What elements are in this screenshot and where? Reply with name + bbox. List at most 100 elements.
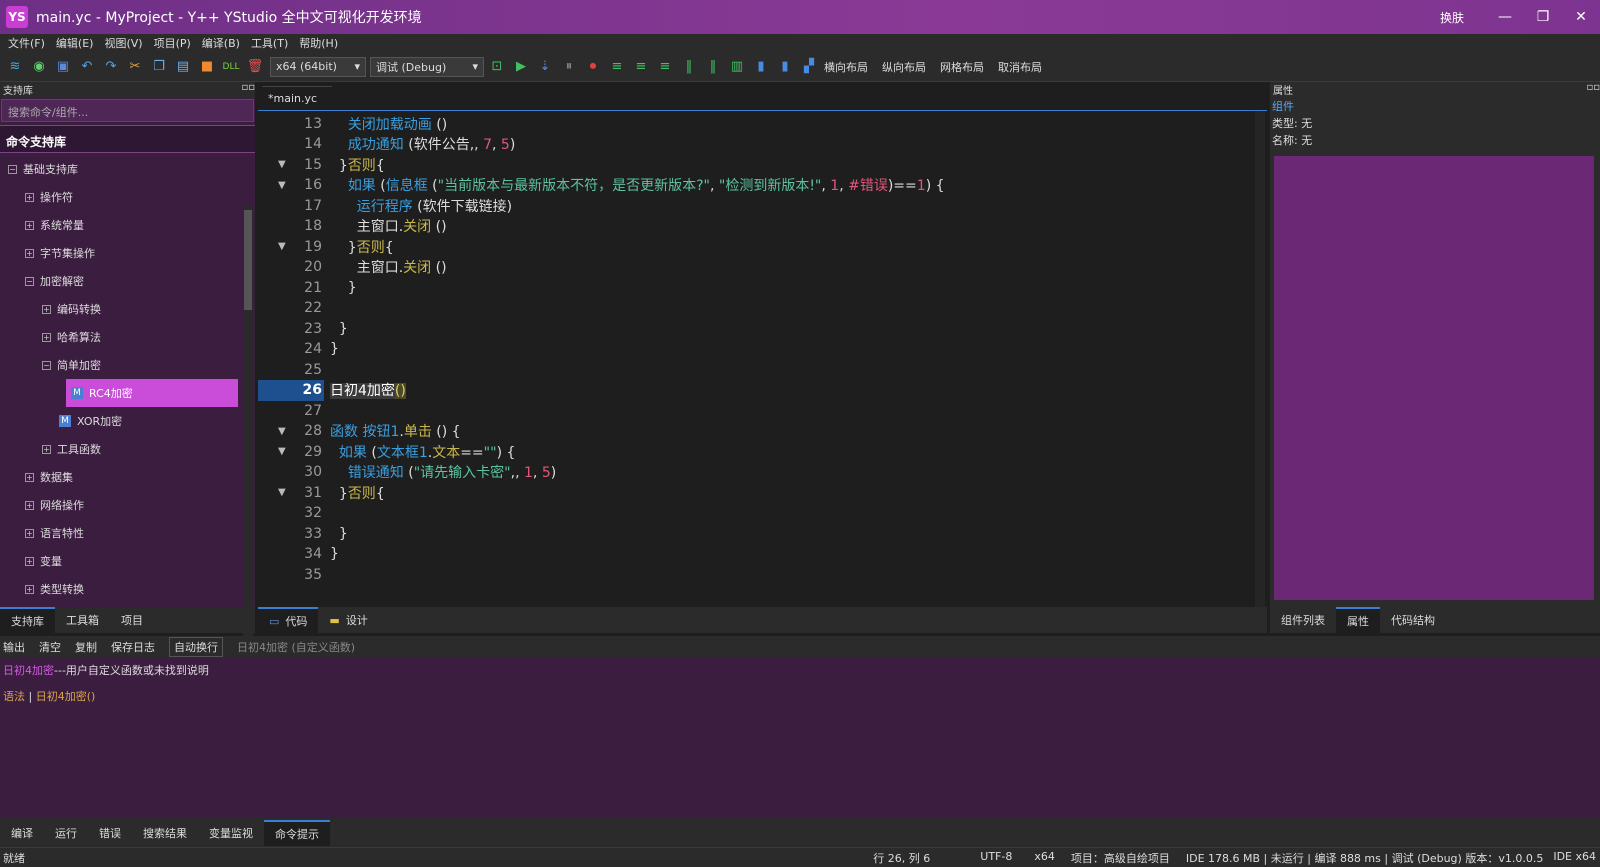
layers-icon[interactable]: ≋ [6,58,24,76]
code-line[interactable]: 18 主窗口.关闭 () [258,216,1238,237]
expand-icon[interactable]: + [25,500,34,510]
code-line[interactable]: 17 运行程序 (软件下载链接) [258,195,1238,216]
tab-properties[interactable]: 属性 [1336,607,1380,633]
code-text[interactable]: 主窗口.关闭 () [330,257,447,277]
code-text[interactable]: }否则{ [330,155,385,175]
code-line[interactable]: 24} [258,339,1238,360]
code-text[interactable]: 函数 按钮1.单击 () { [330,421,461,441]
expand-icon[interactable]: + [42,304,51,314]
skin-button[interactable]: 换肤 [1440,9,1464,26]
align-top-icon[interactable]: ‖ [680,58,698,76]
open-icon[interactable]: ◉ [30,58,48,76]
platform-select[interactable]: x64 (64bit) ▾ [270,56,366,77]
code-text[interactable]: 主窗口.关闭 () [330,216,447,236]
align-right-icon[interactable]: ≡ [656,58,674,76]
method-icon[interactable]: M [71,387,83,399]
word-wrap-toggle[interactable]: 自动换行 [169,637,223,657]
code-text[interactable]: }否则{ [330,483,385,503]
save-icon[interactable]: ▣ [54,58,72,76]
pin-close-icon[interactable]: ▫▫ [241,82,255,98]
tab-design[interactable]: ▬ 设计 [318,607,378,633]
code-text[interactable]: 运行程序 (软件下载链接) [330,196,512,216]
tree-node[interactable]: + 类型转换 [25,580,84,598]
run-icon[interactable]: ▶ [512,58,530,76]
code-line[interactable]: 25 [258,359,1238,380]
layout-grid-button[interactable]: 网格布局 [940,59,984,75]
code-text[interactable]: } [330,341,339,357]
code-text[interactable]: } [330,526,348,542]
tab-search-results[interactable]: 搜索结果 [132,820,198,846]
code-area[interactable]: 13 关闭加载动画 () 14 成功通知 (软件公告,, 7, 5) ▼ 15 }否则… [258,110,1267,608]
code-line[interactable]: 22 [258,298,1238,319]
expand-icon[interactable]: + [25,584,34,594]
tab-library[interactable]: 支持库 [0,607,55,633]
code-line[interactable]: 13 关闭加载动画 () [258,113,1238,134]
tree-node[interactable]: + 工具函数 [42,440,101,458]
code-line[interactable]: ▼ 31 }否则{ [258,482,1238,503]
clear-button[interactable]: 清空 [39,639,61,655]
same-height-icon[interactable]: ▮ [776,58,794,76]
pause-icon[interactable]: ⏸ [560,58,578,76]
menu-build[interactable]: 编译(B) [202,35,240,51]
undo-icon[interactable]: ↶ [78,58,96,76]
tree-scrollbar[interactable] [243,206,253,646]
tree-node[interactable]: + 哈希算法 [42,328,101,346]
code-text[interactable]: }否则{ [330,237,394,257]
code-editor[interactable]: *main.yc 13 关闭加载动画 () 14 成功通知 (软件公告,, 7, … [258,82,1267,608]
code-line[interactable]: 30 错误通知 ("请先输入卡密",, 1, 5) [258,462,1238,483]
pin-close-icon[interactable]: ▫▫ [1586,82,1600,98]
code-line[interactable]: ▼ 16 如果 (信息框 ("当前版本与最新版本不符，是否更新版本?", "检测到… [258,175,1238,196]
tree-node[interactable]: + 编码转换 [42,300,101,318]
output-button[interactable]: 输出 [3,639,25,655]
code-text[interactable]: } [330,280,357,296]
tab-compile[interactable]: 编译 [0,820,44,846]
copy-button[interactable]: 复制 [75,639,97,655]
menu-help[interactable]: 帮助(H) [299,35,338,51]
collapse-icon[interactable]: − [25,276,34,286]
layout-cancel-button[interactable]: 取消布局 [998,59,1042,75]
code-line[interactable]: ▼ 29 如果 (文本框1.文本=="") { [258,441,1238,462]
code-line[interactable]: ▼ 19 }否则{ [258,236,1238,257]
paste-icon[interactable]: ▤ [174,58,192,76]
collapse-icon[interactable]: − [42,360,51,370]
expand-icon[interactable]: + [42,332,51,342]
align-left-icon[interactable]: ≡ [608,58,626,76]
method-icon[interactable]: M [59,415,71,427]
dll-icon[interactable]: DLL [222,58,240,76]
close-icon[interactable]: ✕ [1562,0,1600,34]
collapse-icon[interactable]: − [8,164,17,174]
code-line[interactable]: 20 主窗口.关闭 () [258,257,1238,278]
layout-horizontal-button[interactable]: 横向布局 [824,59,868,75]
code-line[interactable]: 32 [258,503,1238,524]
code-line[interactable]: 27 [258,400,1238,421]
tree-node[interactable]: + 操作符 [25,188,73,206]
code-line[interactable]: 35 [258,564,1238,585]
copy-icon[interactable]: ❐ [150,58,168,76]
tab-code-structure[interactable]: 代码结构 [1380,607,1446,633]
tree-node[interactable]: M XOR加密 [59,412,122,430]
menu-view[interactable]: 视图(V) [104,35,142,51]
code-text[interactable]: 如果 (信息框 ("当前版本与最新版本不符，是否更新版本?", "检测到新版本!… [330,175,945,195]
expand-icon[interactable]: + [25,472,34,482]
editor-scrollbar[interactable] [1255,111,1265,608]
code-text[interactable]: 如果 (文本框1.文本=="") { [330,442,515,462]
tree-node[interactable]: + 网络操作 [25,496,84,514]
align-bottom-icon[interactable]: ▥ [728,58,746,76]
expand-icon[interactable]: + [25,192,34,202]
tab-toolbox[interactable]: 工具箱 [55,607,110,633]
file-tab[interactable]: *main.yc [262,86,332,108]
align-middle-icon[interactable]: ‖ [704,58,722,76]
code-line[interactable]: ▼ 28 函数 按钮1.单击 () { [258,421,1238,442]
code-line[interactable]: 33 } [258,523,1238,544]
cut-icon[interactable]: ✂ [126,58,144,76]
tree-node[interactable]: − 基础支持库 [8,160,78,178]
tab-run[interactable]: 运行 [44,820,88,846]
code-line[interactable]: 26 日初4加密() [258,380,1238,401]
align-center-icon[interactable]: ≡ [632,58,650,76]
tab-component-list[interactable]: 组件列表 [1270,607,1336,633]
tab-code[interactable]: ▭ 代码 [258,607,319,633]
save-log-button[interactable]: 保存日志 [111,639,155,655]
code-text[interactable]: 关闭加载动画 () [330,114,447,134]
code-text[interactable]: 日初4加密() [330,380,406,400]
same-width-icon[interactable]: ▮ [752,58,770,76]
